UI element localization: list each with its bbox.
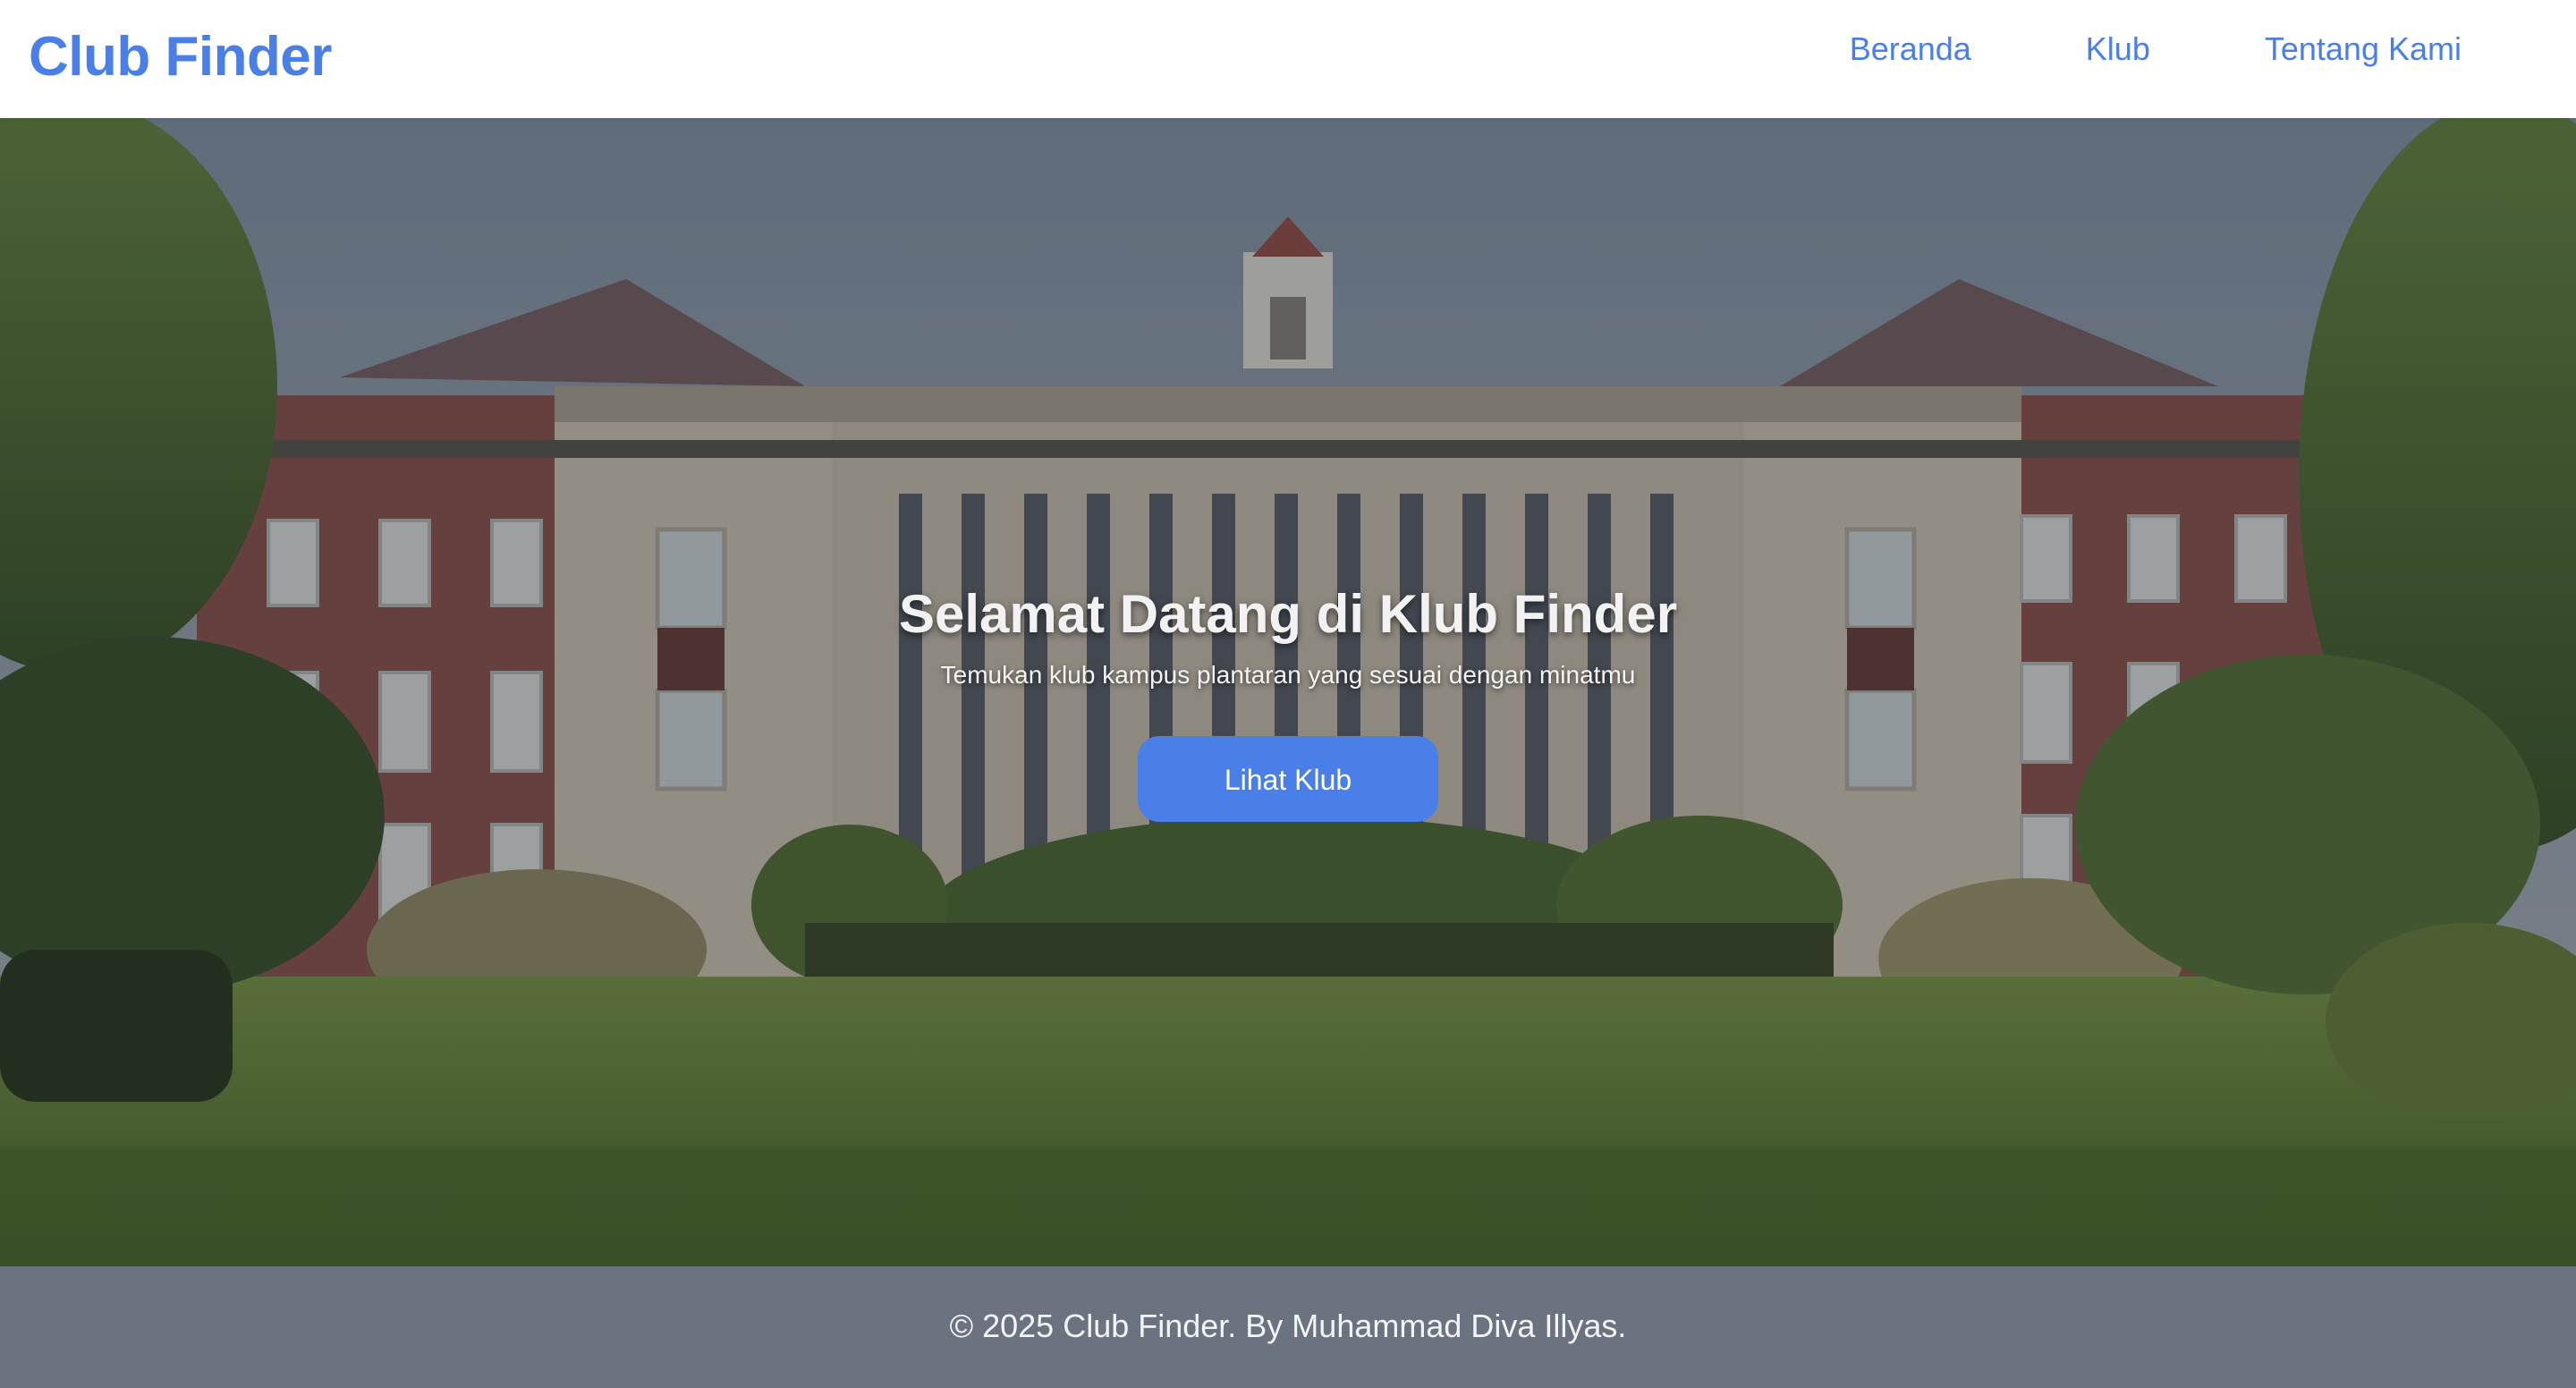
hero-content: Selamat Datang di Klub Finder Temukan kl… bbox=[0, 583, 2576, 822]
top-navbar: Club Finder Beranda Klub Tentang Kami bbox=[0, 0, 2576, 118]
hero-title: Selamat Datang di Klub Finder bbox=[898, 584, 1678, 644]
view-clubs-button[interactable]: Lihat Klub bbox=[1138, 736, 1438, 822]
nav-link-tentang-kami[interactable]: Tentang Kami bbox=[2265, 30, 2462, 68]
footer: © 2025 Club Finder. By Muhammad Diva Ill… bbox=[0, 1266, 2576, 1388]
nav-link-beranda[interactable]: Beranda bbox=[1850, 30, 1971, 68]
footer-copyright: © 2025 Club Finder. By Muhammad Diva Ill… bbox=[949, 1308, 1627, 1344]
nav-link-klub[interactable]: Klub bbox=[2086, 30, 2150, 68]
brand-logo[interactable]: Club Finder bbox=[29, 25, 332, 89]
hero-subtitle: Temukan klub kampus plantaran yang sesua… bbox=[940, 661, 1636, 689]
hero-section: Selamat Datang di Klub Finder Temukan kl… bbox=[0, 118, 2576, 1266]
nav-links: Beranda Klub Tentang Kami bbox=[1735, 30, 2462, 68]
